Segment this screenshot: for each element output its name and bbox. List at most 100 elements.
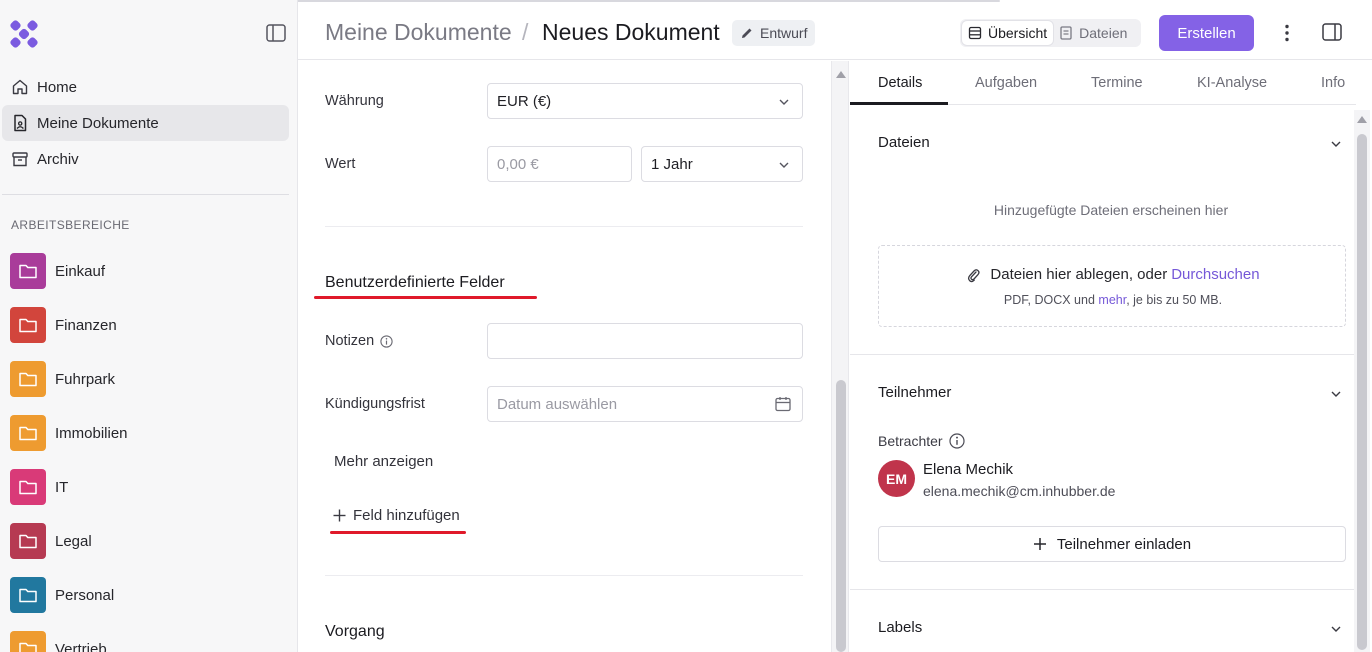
nav-label-home: Home [37,78,78,96]
more-options-icon[interactable] [1276,22,1298,44]
add-field-label: Feld hinzufügen [353,507,460,524]
section-divider [850,354,1356,355]
workspace-color-tile [10,361,46,397]
avatar: EM [878,460,915,497]
scroll-thumb[interactable] [836,380,846,652]
invite-label: Teilnehmer einladen [1056,535,1192,553]
files-section-title[interactable]: Dateien [878,134,930,151]
overview-icon [968,26,982,40]
view-toggle: Übersicht Dateien [960,19,1141,47]
period-value: 1 Jahr [651,155,693,173]
form-scrollbar[interactable] [831,61,849,652]
details-scrollbar[interactable] [1354,110,1370,652]
folder-icon [19,318,37,333]
tab-appointments[interactable]: Termine [1091,61,1143,105]
workspace-color-tile [10,577,46,613]
workspace-item[interactable]: Personal [10,577,114,613]
view-overview-button[interactable]: Übersicht [962,21,1054,45]
value-input[interactable]: 0,00 € [487,146,632,182]
notice-period-date-picker[interactable]: Datum auswählen [487,386,803,422]
workspace-item[interactable]: Vertrieb [10,631,107,652]
home-icon [12,79,28,95]
labels-section-title[interactable]: Labels [878,619,922,636]
app-logo[interactable] [10,20,38,48]
status-badge-label: Entwurf [760,25,808,41]
scroll-up-arrow-icon[interactable] [1357,116,1367,123]
tab-details[interactable]: Details [878,61,922,105]
notes-input[interactable] [487,323,803,359]
folder-icon [19,480,37,495]
workspace-item[interactable]: Legal [10,523,92,559]
workspace-item[interactable]: Finanzen [10,307,117,343]
dropzone-text: Dateien hier ablegen, oder Durchsuchen [879,266,1347,283]
nav-item-archive[interactable]: Archiv [2,141,289,177]
pencil-icon [742,28,752,38]
tab-tasks[interactable]: Aufgaben [975,61,1037,105]
show-more-button[interactable]: Mehr anzeigen [334,453,433,470]
participants-section-title[interactable]: Teilnehmer [878,384,951,401]
workspace-label: Legal [55,532,92,550]
process-title: Vorgang [325,623,385,640]
notes-label-text: Notizen [325,333,375,349]
invite-participants-button[interactable]: Teilnehmer einladen [878,526,1346,562]
annotation-underline [314,296,537,299]
info-icon[interactable] [948,433,965,449]
value-placeholder: 0,00 € [497,155,539,173]
view-files-button[interactable]: Dateien [1053,21,1133,45]
workspace-item[interactable]: Einkauf [10,253,105,289]
form-divider [325,575,803,576]
archive-icon [12,152,28,167]
workspace-color-tile [10,631,46,652]
value-label: Wert [325,156,356,172]
sidebar-collapse-icon[interactable] [266,24,286,42]
document-icon [14,114,27,132]
hint-suffix: , je bis zu 50 MB. [1126,293,1223,307]
tab-info[interactable]: Info [1321,61,1345,105]
currency-value: EUR (€) [497,92,552,110]
dropzone-label: Dateien hier ablegen, oder [990,266,1168,283]
tab-ai-analysis[interactable]: KI-Analyse [1197,61,1267,105]
notice-period-label: Kündigungsfrist [325,396,425,412]
chevron-down-icon [779,99,789,105]
calendar-icon [775,397,791,412]
add-field-button[interactable]: Feld hinzufügen [332,507,460,524]
workspace-color-tile [10,469,46,505]
workspace-item[interactable]: Fuhrpark [10,361,115,397]
breadcrumb-separator: / [522,19,529,45]
info-icon[interactable] [380,334,393,348]
nav-item-home[interactable]: Home [2,69,289,105]
chevron-down-icon[interactable] [1330,138,1342,150]
file-dropzone[interactable]: Dateien hier ablegen, oder Durchsuchen P… [878,245,1346,327]
section-divider [850,589,1356,590]
status-badge: Entwurf [732,20,816,46]
active-tab-indicator [850,102,948,105]
workspace-item[interactable]: IT [10,469,68,505]
hint-prefix: PDF, DOCX und [1003,293,1095,307]
date-placeholder: Datum auswählen [497,395,618,413]
watchers-label-text: Betrachter [878,433,943,449]
currency-select[interactable]: EUR (€) [487,83,803,119]
chevron-down-icon[interactable] [1330,388,1342,400]
form-divider [325,226,803,227]
custom-fields-title: Benutzerdefinierte Felder [325,274,505,291]
more-formats-link[interactable]: mehr [1098,293,1126,307]
breadcrumb-parent[interactable]: Meine Dokumente [325,19,512,46]
create-button[interactable]: Erstellen [1159,15,1254,51]
folder-icon [19,264,37,279]
view-overview-label: Übersicht [988,25,1048,41]
side-panel-icon[interactable] [1322,23,1342,41]
browse-link[interactable]: Durchsuchen [1171,266,1259,283]
workspace-color-tile [10,253,46,289]
chevron-down-icon[interactable] [1330,623,1342,635]
scroll-thumb[interactable] [1357,134,1367,650]
nav-label-archive: Archiv [37,150,79,168]
annotation-underline [330,531,466,534]
period-select[interactable]: 1 Jahr [641,146,803,182]
files-empty-note: Hinzugefügte Dateien erscheinen hier [993,202,1229,218]
scroll-up-arrow-icon[interactable] [836,71,846,78]
workspace-item[interactable]: Immobilien [10,415,128,451]
workspace-label: Einkauf [55,262,106,280]
nav-item-my-documents[interactable]: Meine Dokumente [2,105,289,141]
workspace-label: Personal [55,586,115,604]
paperclip-icon [968,268,981,282]
